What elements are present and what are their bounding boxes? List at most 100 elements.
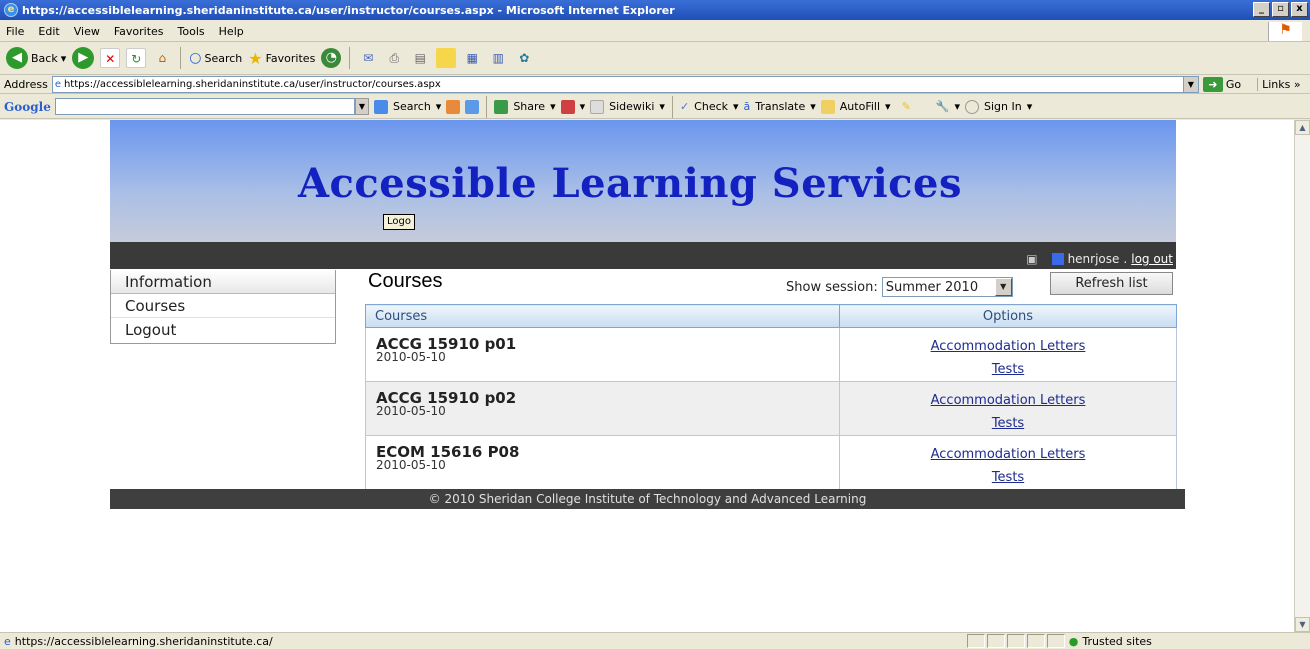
col-options: Options (839, 304, 1177, 328)
forward-button[interactable]: ▶ (72, 47, 95, 69)
search-button[interactable]: ○ Search (189, 50, 242, 66)
nav-courses[interactable]: Courses (111, 294, 335, 318)
sidewiki-icon (590, 99, 605, 114)
edit-button[interactable]: ▤ (410, 48, 430, 68)
sidewiki-button[interactable]: Sidewiki (609, 100, 654, 113)
bookmark-icon[interactable] (560, 99, 575, 114)
favorites-button[interactable]: ★ Favorites (248, 49, 315, 68)
home-button[interactable]: ⌂ (152, 48, 172, 68)
spellcheck-icon: ✓ (679, 100, 690, 113)
session-label: Show session: (786, 279, 878, 295)
toolbar-separator (486, 95, 488, 118)
signin-button[interactable]: Sign In (984, 100, 1022, 113)
minimize-button[interactable]: _ (1253, 2, 1270, 17)
status-pane (966, 634, 985, 648)
address-input[interactable]: e https://accessiblelearning.sheridanins… (51, 75, 1199, 93)
autofill-button[interactable]: AutoFill (840, 100, 880, 113)
page-viewport: Accessible Learning Services Logo ▣ henr… (0, 120, 1294, 632)
tests-link[interactable]: Tests (840, 358, 1176, 381)
translate-icon: ā (743, 100, 751, 113)
tests-link[interactable]: Tests (840, 466, 1176, 489)
site-header: Accessible Learning Services Logo (110, 120, 1176, 242)
accommodation-letters-link[interactable]: Accommodation Letters (840, 443, 1176, 466)
research-button[interactable]: ▥ (488, 48, 508, 68)
courses-table: Courses Options ACCG 15910 p01 2010-05-10… (365, 304, 1177, 490)
menu-tools[interactable]: Tools (178, 25, 205, 38)
menu-file[interactable]: File (6, 25, 24, 38)
ie-icon: e (4, 3, 18, 17)
message-icon[interactable]: ▣ (1026, 252, 1037, 266)
window-title: https://accessiblelearning.sheridaninsti… (22, 3, 675, 17)
go-button[interactable]: ➜ Go (1202, 76, 1241, 92)
refresh-button[interactable]: ↻ (126, 48, 147, 68)
scroll-up-icon[interactable]: ▲ (1295, 120, 1310, 135)
menu-favorites[interactable]: Favorites (114, 25, 164, 38)
nav-information[interactable]: Information (111, 270, 335, 294)
folder-button[interactable] (436, 48, 457, 68)
security-zone: Trusted sites (1082, 634, 1152, 648)
course-cell: ACCG 15910 p01 2010-05-10 (365, 327, 840, 382)
course-date: 2010-05-10 (376, 458, 446, 472)
page-icon: e (54, 78, 61, 90)
status-pane (986, 634, 1005, 648)
google-news-icon[interactable] (446, 99, 461, 114)
links-button[interactable]: Links » (1257, 77, 1301, 91)
menu-view[interactable]: View (74, 25, 100, 38)
status-pane (1026, 634, 1045, 648)
google-search-input[interactable] (55, 98, 355, 115)
trusted-icon: ● (1068, 634, 1079, 648)
accommodation-letters-link[interactable]: Accommodation Letters (840, 389, 1176, 412)
messenger-button[interactable]: ✿ (514, 48, 534, 68)
window-titlebar: e https://accessiblelearning.sheridanins… (0, 0, 1310, 20)
chevron-down-icon[interactable]: ▼ (994, 278, 1012, 296)
scroll-down-icon[interactable]: ▼ (1295, 617, 1310, 632)
vertical-scrollbar[interactable]: ▲ ▼ (1294, 120, 1310, 632)
check-button[interactable]: Check (694, 100, 728, 113)
back-label: Back (31, 51, 58, 65)
wrench-icon[interactable]: 🔧 (936, 100, 950, 113)
menu-help[interactable]: Help (219, 25, 244, 38)
history-button[interactable]: ◔ (321, 48, 342, 68)
close-button[interactable]: x (1291, 2, 1308, 17)
share-button[interactable]: Share (513, 100, 545, 113)
google-plus-icon[interactable] (465, 99, 480, 114)
accommodation-letters-link[interactable]: Accommodation Letters (840, 335, 1176, 358)
autofill-icon (820, 99, 835, 114)
highlighter-icon[interactable]: ✎ (902, 100, 911, 113)
address-dropdown-icon[interactable]: ▼ (1182, 76, 1198, 92)
page-icon: e (4, 634, 11, 648)
status-bar: e https://accessiblelearning.sheridanins… (0, 632, 1310, 649)
page-title: Courses (368, 270, 443, 292)
username: henrjose (1067, 252, 1120, 266)
logout-link[interactable]: log out (1131, 252, 1173, 266)
address-bar: Address e https://accessiblelearning.she… (0, 75, 1310, 94)
tests-link[interactable]: Tests (840, 412, 1176, 435)
search-label: Search (204, 51, 243, 65)
address-label: Address (4, 77, 48, 91)
translate-button[interactable]: Translate (755, 100, 805, 113)
table-header: Courses Options (365, 304, 1177, 328)
menu-edit[interactable]: Edit (38, 25, 59, 38)
print-button[interactable]: ⎙ (384, 48, 404, 68)
google-search-icon (374, 99, 388, 114)
google-dropdown-icon[interactable]: ▼ (355, 98, 369, 115)
back-button[interactable]: ◀ Back ▾ (6, 47, 66, 69)
session-select[interactable]: Summer 2010 ▼ (881, 277, 1013, 297)
maximize-button[interactable]: ▫ (1272, 2, 1289, 17)
table-row: ACCG 15910 p01 2010-05-10 Accommodation L… (365, 327, 1177, 382)
back-arrow-icon: ◀ (6, 47, 28, 69)
google-search-button[interactable]: Search (393, 100, 431, 113)
nav-logout[interactable]: Logout (111, 318, 335, 342)
options-cell: Accommodation Letters Tests (839, 327, 1177, 382)
site-title: Accessible Learning Services (298, 160, 962, 207)
col-courses: Courses (365, 304, 840, 328)
stop-button[interactable]: ✕ (100, 48, 121, 68)
discuss-button[interactable]: ▦ (462, 48, 482, 68)
toolbar-separator (349, 47, 351, 69)
table-row: ACCG 15910 p02 2010-05-10 Accommodation L… (365, 381, 1177, 436)
lock-icon (1046, 634, 1065, 648)
refresh-list-button[interactable]: Refresh list (1050, 272, 1173, 295)
mail-button[interactable]: ✉ (358, 48, 378, 68)
options-cell: Accommodation Letters Tests (839, 381, 1177, 436)
logo-image: Logo (383, 214, 415, 230)
